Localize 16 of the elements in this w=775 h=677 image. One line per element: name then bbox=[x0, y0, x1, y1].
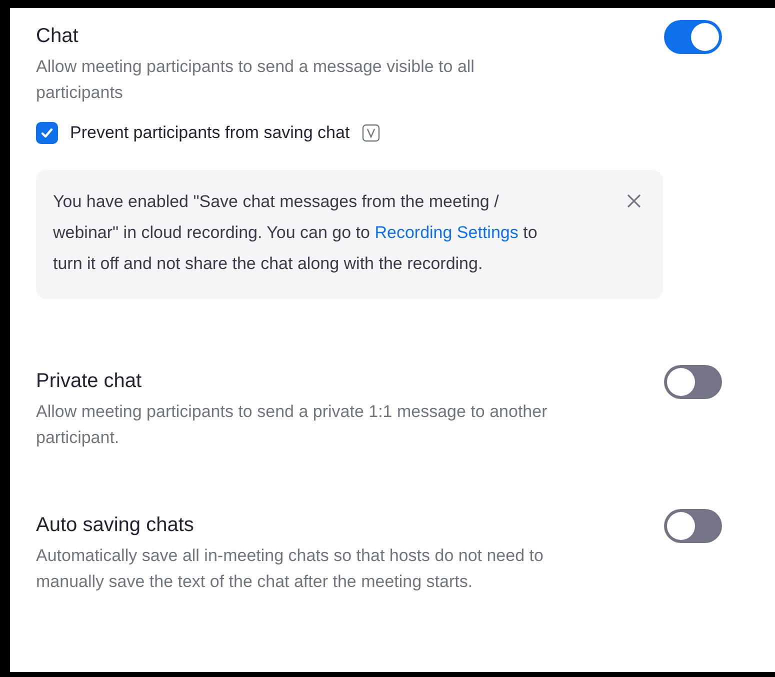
setting-description: Automatically save all in-meeting chats so that hosts do not need to manually save the text of the chat after the meeting starts. bbox=[36, 544, 544, 592]
setting-description: Allow meeting participants to send a message visible to all participants bbox=[36, 56, 476, 104]
setting-title: Private chat bbox=[36, 368, 143, 394]
checkbox[interactable] bbox=[36, 122, 58, 144]
toggle-switch[interactable] bbox=[664, 364, 722, 398]
close-icon[interactable] bbox=[627, 194, 641, 208]
setting-title: Chat bbox=[36, 24, 80, 49]
checkmark-icon bbox=[40, 126, 54, 140]
setting-title: Auto saving chats bbox=[36, 512, 195, 538]
toggle-switch[interactable] bbox=[664, 20, 722, 54]
toggle-switch[interactable] bbox=[664, 508, 722, 542]
notice-text: You have enabled "Save chat messages from the meeting / webinar" in cloud recording. You can go to Recording Settings to turn it off and not share the chat along with the recording. bbox=[53, 190, 538, 274]
checkbox-label: Prevent participants from saving chat bbox=[70, 122, 350, 144]
lock-badge-icon bbox=[362, 124, 380, 142]
setting-description: Allow meeting participants to send a private 1:1 message to another participant. bbox=[36, 400, 548, 448]
recording-settings-link[interactable]: Recording Settings bbox=[374, 222, 518, 242]
